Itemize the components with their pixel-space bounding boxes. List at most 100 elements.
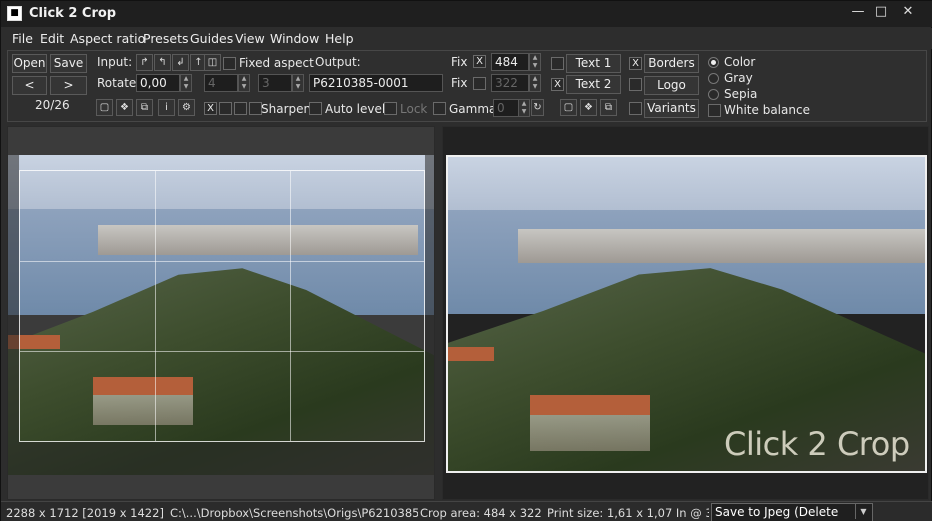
prev-image-button[interactable]: <: [12, 76, 47, 95]
image-counter: 20/26: [35, 98, 70, 112]
sharpen-checkbox-3[interactable]: [234, 102, 247, 115]
overlay-expand-button[interactable]: ⧉: [600, 99, 617, 116]
settings-button[interactable]: ⚙: [178, 99, 195, 116]
fit-view-button[interactable]: ▢: [96, 99, 113, 116]
color-radio[interactable]: [708, 57, 719, 68]
shrink-view-button[interactable]: ❖: [116, 99, 133, 116]
sharpen-checkbox-2[interactable]: [219, 102, 232, 115]
overlay-shrink-button[interactable]: ❖: [580, 99, 597, 116]
output-width-input[interactable]: 484: [491, 53, 529, 71]
gamma-reset-button[interactable]: ↻: [531, 99, 544, 116]
menu-file[interactable]: File: [12, 31, 33, 46]
auto-levels-label: Auto levels: [325, 102, 392, 116]
preview-pane: Click 2 Crop: [442, 126, 929, 500]
text1-button[interactable]: Text 1: [566, 54, 621, 73]
fixed-aspect-label: Fixed aspect: [239, 56, 314, 70]
gamma-checkbox[interactable]: [433, 102, 446, 115]
aspect-width-spinner[interactable]: ▲ ▼: [238, 74, 250, 92]
aspect-height-spinner[interactable]: ▲ ▼: [292, 74, 304, 92]
text2-checkbox[interactable]: X: [551, 78, 564, 91]
gamma-spinner[interactable]: ▲ ▼: [518, 99, 530, 117]
save-format-select[interactable]: Save to Jpeg (Delete EXIF): [711, 503, 873, 521]
guide-line: [20, 351, 424, 352]
sharpen-label: Sharpen: [261, 102, 312, 116]
borders-button[interactable]: Borders: [644, 54, 699, 73]
text2-button[interactable]: Text 2: [566, 75, 621, 94]
menu-help[interactable]: Help: [325, 31, 354, 46]
open-button[interactable]: Open: [12, 54, 47, 73]
rotate-cw-button[interactable]: ↱: [136, 54, 153, 71]
logo-button[interactable]: Logo: [644, 76, 699, 95]
close-icon: ✕: [902, 4, 914, 19]
fix-height-label: Fix: [451, 76, 468, 90]
gamma-input[interactable]: 0: [493, 99, 519, 117]
flip-button[interactable]: ↲: [172, 54, 189, 71]
photo-roof: [530, 395, 650, 415]
settings-icon: ⚙: [182, 102, 191, 113]
aspect-height-input[interactable]: 3: [258, 74, 292, 92]
menu-bar: File Edit Aspect ratio Presets Guides Vi…: [1, 28, 932, 49]
fix-height-checkbox[interactable]: [473, 77, 486, 90]
maximize-button[interactable]: □: [870, 3, 892, 21]
fix-width-checkbox[interactable]: X: [473, 55, 486, 68]
crop-outside-mask: [425, 155, 434, 475]
menu-guides[interactable]: Guides: [190, 31, 233, 46]
aspect-preset-button[interactable]: ◫: [204, 54, 221, 71]
lock-checkbox[interactable]: [384, 102, 397, 115]
shrink-icon: ❖: [584, 102, 593, 113]
next-image-button[interactable]: >: [50, 76, 87, 95]
logo-checkbox[interactable]: [629, 78, 642, 91]
sepia-radio[interactable]: [708, 89, 719, 100]
output-height-input[interactable]: 322: [491, 74, 529, 92]
chevron-down-icon[interactable]: ▼: [855, 504, 871, 519]
status-print-size: Print size: 1,61 x 1,07 In @ 300 DPI: [547, 506, 709, 520]
borders-checkbox[interactable]: X: [629, 57, 642, 70]
save-button[interactable]: Save: [50, 54, 87, 73]
fixed-aspect-checkbox[interactable]: [223, 57, 236, 70]
app-window: ■ Click 2 Crop — □ ✕ File Edit Aspect ra…: [0, 0, 932, 521]
monitor-icon: ▢: [99, 102, 110, 113]
white-balance-checkbox[interactable]: [708, 104, 721, 117]
menu-presets[interactable]: Presets: [143, 31, 189, 46]
info-button[interactable]: i: [158, 99, 175, 116]
reset-icon: ↻: [533, 102, 542, 113]
source-image-pane[interactable]: [7, 126, 435, 500]
toolbar: Open Save < > 20/26 Input: ↱ ↰ ↲ ↑ ◫ Fix…: [7, 50, 927, 122]
status-crop-area: Crop area: 484 x 322 pix: [420, 506, 542, 520]
output-width-spinner[interactable]: ▲ ▼: [529, 53, 541, 71]
guide-line: [290, 171, 291, 441]
rotate-label: Rotate:: [97, 76, 141, 90]
menu-edit[interactable]: Edit: [40, 31, 64, 46]
preview-watermark-text: Click 2 Crop: [724, 425, 910, 463]
sharpen-checkbox-1[interactable]: X: [204, 102, 217, 115]
menu-window[interactable]: Window: [270, 31, 319, 46]
crop-frame[interactable]: [19, 170, 425, 442]
rotate-ccw-button[interactable]: ↰: [154, 54, 171, 71]
expand-icon: ⧉: [140, 102, 149, 113]
variants-button[interactable]: Variants: [644, 99, 699, 118]
minimize-icon: —: [851, 4, 865, 19]
input-label: Input:: [97, 55, 133, 69]
variants-checkbox[interactable]: [629, 102, 642, 115]
guide-line: [20, 261, 424, 262]
output-filename-input[interactable]: P6210385-0001: [309, 74, 443, 92]
gray-radio[interactable]: [708, 73, 719, 84]
aspect-icon: ◫: [207, 57, 218, 68]
close-button[interactable]: ✕: [897, 3, 919, 21]
output-height-spinner[interactable]: ▲ ▼: [529, 74, 541, 92]
save-format-value: Save to Jpeg (Delete EXIF): [715, 505, 839, 519]
auto-levels-checkbox[interactable]: [309, 102, 322, 115]
rotate-spinner[interactable]: ▲ ▼: [180, 74, 192, 92]
arrow-up-icon: ↑: [194, 57, 203, 68]
color-label: Color: [724, 55, 756, 69]
photo-sky: [448, 157, 925, 214]
text1-checkbox[interactable]: [551, 57, 564, 70]
expand-view-button[interactable]: ⧉: [136, 99, 153, 116]
rotate-input[interactable]: 0,00: [136, 74, 180, 92]
menu-aspect-ratio[interactable]: Aspect ratio: [70, 31, 145, 46]
menu-view[interactable]: View: [235, 31, 265, 46]
aspect-width-input[interactable]: 4: [204, 74, 238, 92]
preview-photo: Click 2 Crop: [446, 155, 927, 473]
overlay-fit-button[interactable]: ▢: [560, 99, 577, 116]
minimize-button[interactable]: —: [847, 3, 869, 21]
